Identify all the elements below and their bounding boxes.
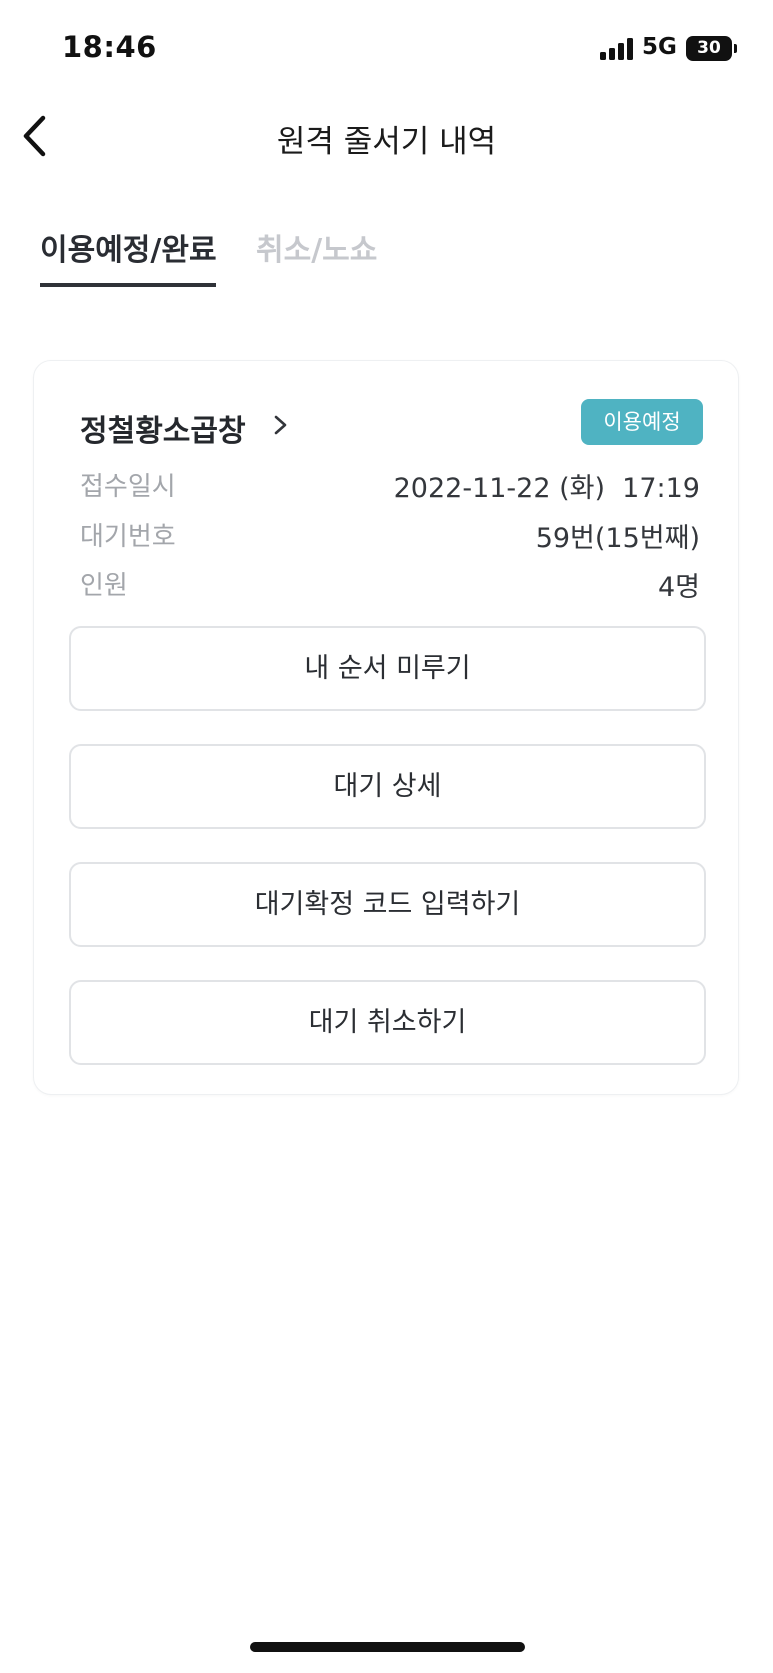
reservation-card: 정철황소곱창 이용예정 접수일시 2022-11-22 (화) 17:19 대기… (33, 360, 739, 1095)
tab-cancelled-noshow[interactable]: 취소/노쇼 (256, 225, 377, 269)
status-bar: 18:46 5G 30 (0, 0, 773, 100)
active-tab-indicator (40, 283, 216, 287)
page-title: 원격 줄서기 내역 (276, 124, 497, 160)
status-badge: 이용예정 (581, 399, 703, 445)
postpone-turn-button[interactable]: 내 순서 미루기 (69, 626, 706, 711)
battery-level: 30 (697, 38, 721, 58)
info-label-received-at: 접수일시 (80, 472, 176, 502)
battery-tip (734, 44, 737, 53)
battery-icon: 30 (686, 36, 732, 61)
info-value-received-at: 2022-11-22 (화) 17:19 (393, 473, 700, 504)
enter-confirmation-code-button[interactable]: 대기확정 코드 입력하기 (69, 862, 706, 947)
signal-icon (600, 38, 634, 60)
info-label-queue-number: 대기번호 (80, 522, 176, 552)
home-indicator (250, 1642, 525, 1652)
info-value-party-size: 4명 (657, 572, 700, 603)
screen: 18:46 5G 30 원격 줄서기 내역 이용예정/완료 취소/노쇼 정철황소… (0, 0, 773, 1673)
cancel-queue-button[interactable]: 대기 취소하기 (69, 980, 706, 1065)
tab-scheduled-completed[interactable]: 이용예정/완료 (40, 225, 217, 269)
info-label-party-size: 인원 (80, 571, 128, 601)
queue-detail-button[interactable]: 대기 상세 (69, 744, 706, 829)
info-value-queue-number: 59번(15번째) (535, 523, 700, 554)
status-time: 18:46 (62, 30, 157, 64)
network-label: 5G (642, 34, 677, 60)
chevron-right-icon[interactable] (269, 409, 293, 441)
store-name-link[interactable]: 정철황소곱창 (80, 406, 246, 450)
